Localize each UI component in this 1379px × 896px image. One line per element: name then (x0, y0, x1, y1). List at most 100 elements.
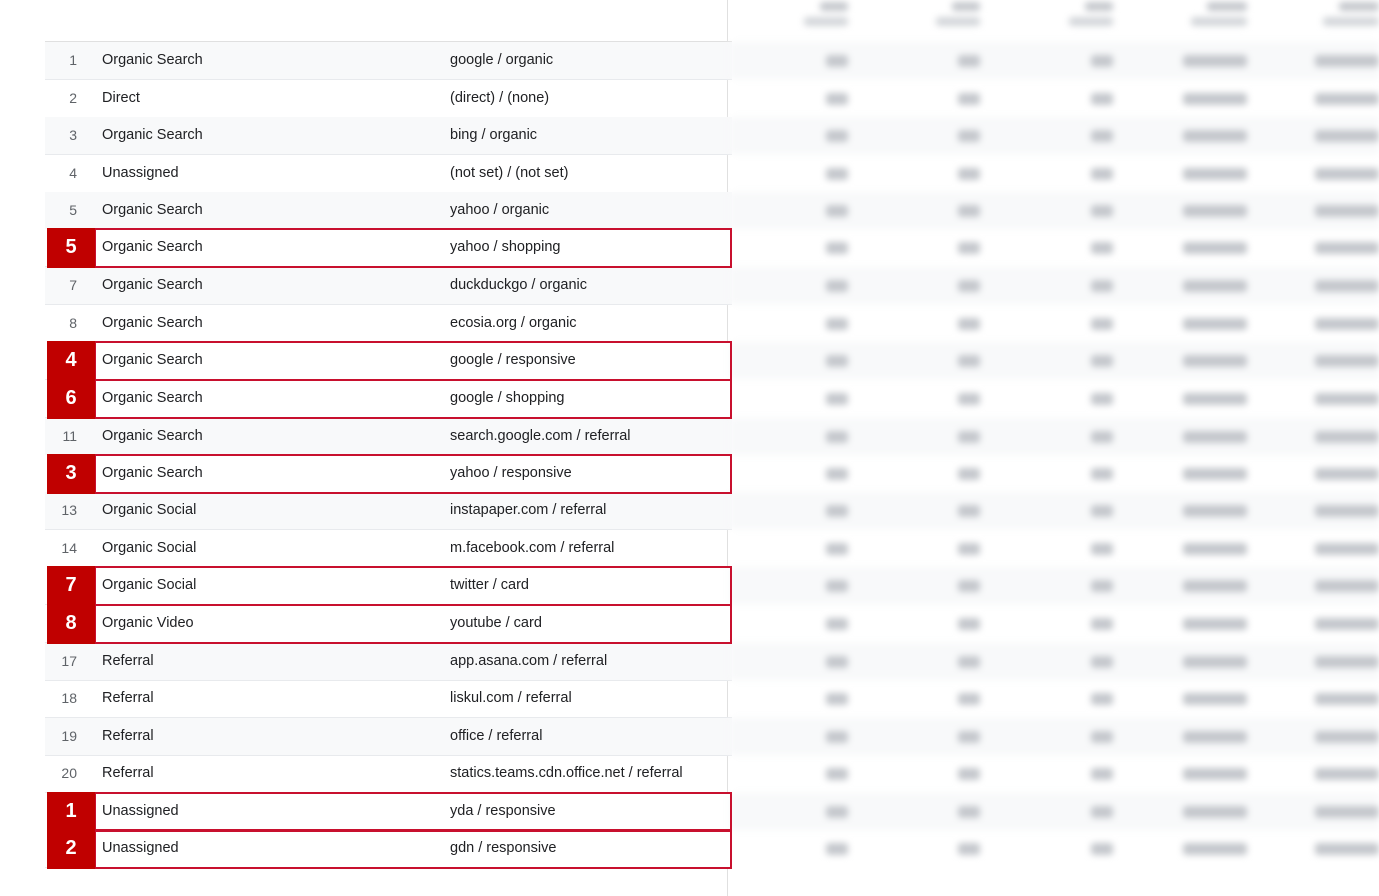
blurred-column-header (1049, 0, 1113, 40)
source-medium-cell: yahoo / responsive (450, 465, 572, 481)
channel-group-cell: Unassigned (102, 803, 179, 819)
blurred-metric-cell (958, 618, 980, 630)
table-row[interactable]: 18 Referral liskul.com / referral (45, 680, 732, 718)
source-medium-cell: m.facebook.com / referral (450, 540, 615, 556)
table-row[interactable]: 7 Organic Search duckduckgo / organic (45, 267, 732, 305)
highlight-badge: 1 (47, 792, 95, 832)
blurred-metric-cell (1091, 468, 1113, 480)
blurred-metric-cell (958, 318, 980, 330)
blurred-metric-cell (1091, 318, 1113, 330)
blurred-metric-cell (1183, 768, 1247, 780)
blurred-metric-cell (1315, 431, 1379, 443)
table-row[interactable]: 19 Referral office / referral (45, 718, 732, 756)
report-table-screenshot: 1 Organic Search google / organic 2 Direct (d… (0, 0, 1379, 896)
blurred-metric-cell (826, 468, 848, 480)
channel-group-cell: Organic Search (102, 52, 203, 68)
blurred-metric-cell (958, 55, 980, 67)
table-row[interactable]: 11 Organic Search search.google.com / refe… (45, 418, 732, 456)
table-row[interactable]: Organic Search yahoo / shopping (45, 229, 732, 267)
source-medium-cell: ecosia.org / organic (450, 315, 577, 331)
blurred-metric-cell (1315, 393, 1379, 405)
blurred-metric-cell (1091, 355, 1113, 367)
blurred-metric-row (730, 530, 1379, 567)
channel-group-cell: Organic Search (102, 352, 203, 368)
blurred-metric-cell (1183, 843, 1247, 855)
blurred-metric-row (730, 643, 1379, 680)
table-row[interactable]: Organic Social twitter / card (45, 567, 732, 605)
table-row[interactable]: 5 Organic Search yahoo / organic (45, 192, 732, 230)
blurred-metric-cell (1091, 806, 1113, 818)
blurred-header-bar (1069, 17, 1113, 26)
source-medium-cell: gdn / responsive (450, 840, 557, 856)
blurred-metric-cell (958, 130, 980, 142)
table-row[interactable]: 4 Unassigned (not set) / (not set) (45, 155, 732, 193)
table-row[interactable]: Organic Search google / responsive (45, 342, 732, 380)
blurred-metric-cell (826, 355, 848, 367)
blurred-metric-row (730, 567, 1379, 604)
table-row[interactable]: 1 Organic Search google / organic (45, 42, 732, 80)
blurred-metric-cell (1183, 580, 1247, 592)
blurred-metric-cell (826, 618, 848, 630)
row-index: 20 (61, 765, 77, 781)
blurred-metric-row (730, 342, 1379, 379)
blurred-metric-cell (1315, 130, 1379, 142)
blurred-metric-cell (826, 431, 848, 443)
blurred-header-bar (1339, 2, 1379, 11)
source-medium-cell: search.google.com / referral (450, 428, 631, 444)
blurred-metric-row (730, 718, 1379, 755)
source-medium-cell: google / organic (450, 52, 554, 68)
channel-group-cell: Referral (102, 765, 154, 781)
blurred-metric-cell (958, 693, 980, 705)
table-row[interactable]: 2 Direct (direct) / (none) (45, 80, 732, 118)
highlight-badge: 6 (47, 379, 95, 419)
blurred-metric-row (730, 42, 1379, 79)
blurred-metric-cell (958, 656, 980, 668)
table-row[interactable]: 20 Referral statics.teams.cdn.office.net /… (45, 755, 732, 793)
blurred-metric-cell (1091, 543, 1113, 555)
table-row[interactable]: 8 Organic Search ecosia.org / organic (45, 305, 732, 343)
blurred-metric-cell (958, 580, 980, 592)
blurred-header-bar (952, 2, 980, 11)
table-row[interactable]: 13 Organic Social instapaper.com / referra… (45, 492, 732, 530)
blurred-metric-cell (1315, 468, 1379, 480)
blurred-metric-row (730, 192, 1379, 229)
blurred-header-bar (1323, 17, 1379, 26)
blurred-metric-cell (1183, 318, 1247, 330)
table-row[interactable]: Organic Search google / shopping (45, 380, 732, 418)
blurred-column-header (1183, 0, 1247, 40)
row-index: 5 (69, 202, 77, 218)
blurred-metric-row (730, 418, 1379, 455)
table-row[interactable]: Unassigned yda / responsive (45, 793, 732, 831)
blurred-metric-row (730, 267, 1379, 304)
source-medium-cell: youtube / card (450, 615, 542, 631)
blurred-metric-cell (826, 843, 848, 855)
blurred-metric-cell (1315, 731, 1379, 743)
table-row[interactable]: Unassigned gdn / responsive (45, 830, 732, 868)
table-row[interactable]: 3 Organic Search bing / organic (45, 117, 732, 155)
row-index: 3 (69, 127, 77, 143)
channel-group-cell: Organic Social (102, 577, 197, 593)
table-row[interactable]: Organic Search yahoo / responsive (45, 455, 732, 493)
highlight-badge: 4 (47, 341, 95, 381)
table-row[interactable]: 17 Referral app.asana.com / referral (45, 643, 732, 681)
channel-group-cell: Direct (102, 90, 140, 106)
source-medium-cell: liskul.com / referral (450, 690, 572, 706)
blurred-header-bar (1191, 17, 1247, 26)
blurred-metric-cell (1091, 93, 1113, 105)
blurred-metric-cell (826, 55, 848, 67)
blurred-metric-cell (826, 731, 848, 743)
table-row[interactable]: 14 Organic Social m.facebook.com / referra… (45, 530, 732, 568)
blurred-metric-cell (826, 318, 848, 330)
blurred-metric-cell (958, 205, 980, 217)
blurred-metric-cell (1315, 843, 1379, 855)
table-row[interactable]: Organic Video youtube / card (45, 605, 732, 643)
blurred-metric-cell (1091, 393, 1113, 405)
blurred-metric-cell (826, 505, 848, 517)
row-index: 8 (69, 315, 77, 331)
channel-group-cell: Organic Search (102, 390, 203, 406)
blurred-metric-cell (1183, 393, 1247, 405)
source-medium-cell: bing / organic (450, 127, 538, 143)
highlight-badge: 5 (47, 228, 95, 268)
blurred-metric-cell (1183, 543, 1247, 555)
blurred-metric-cell (826, 656, 848, 668)
